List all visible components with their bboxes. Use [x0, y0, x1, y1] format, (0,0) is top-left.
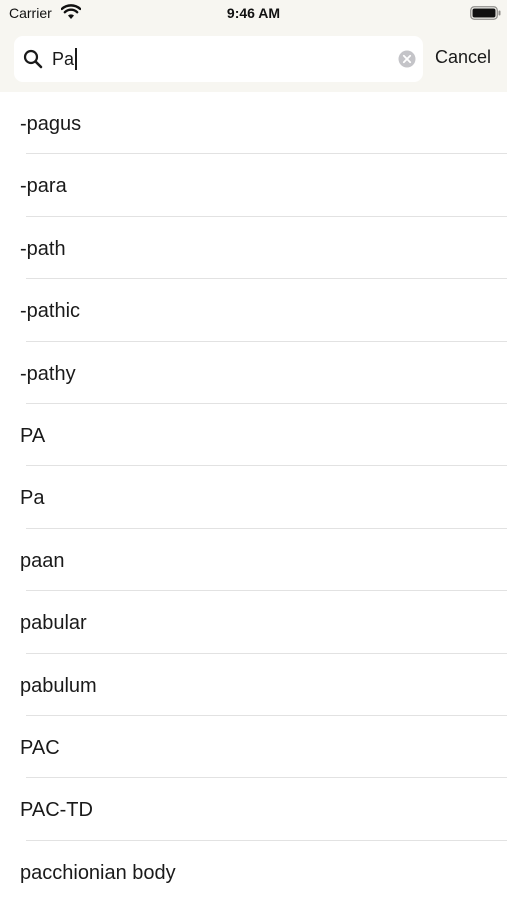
list-item[interactable]: -pathic [0, 279, 507, 342]
list-item-label: -pathic [20, 300, 81, 323]
search-input[interactable]: Pa [52, 45, 74, 73]
search-field[interactable]: Pa [14, 36, 423, 82]
list-item[interactable]: -pagus [0, 92, 507, 155]
list-item-label: pacchionian body [20, 861, 176, 884]
list-item[interactable]: paan [0, 529, 507, 592]
list-item-label: Pa [20, 487, 45, 510]
list-item[interactable]: -path [0, 217, 507, 280]
list-item[interactable]: pacchionian body [0, 841, 507, 900]
clear-icon[interactable] [398, 50, 416, 68]
list-item-label: PAC [20, 736, 60, 759]
text-cursor [75, 48, 77, 70]
list-item-label: -para [20, 175, 67, 198]
status-bar: Carrier 9:46 AM [0, 0, 507, 28]
list-item[interactable]: -para [0, 154, 507, 217]
list-item-label: pabulum [20, 674, 97, 697]
list-item[interactable]: PAC-TD [0, 778, 507, 841]
list-item[interactable]: Pa [0, 466, 507, 529]
list-item[interactable]: pabular [0, 591, 507, 654]
list-item-label: PA [20, 424, 46, 447]
list-item-label: paan [20, 549, 65, 572]
list-item[interactable]: pabulum [0, 654, 507, 716]
list-item-label: pabular [20, 612, 87, 635]
search-icon [23, 49, 43, 69]
search-header: Pa Cancel [0, 28, 507, 92]
list-item[interactable]: PAC [0, 716, 507, 779]
list-item-label: -pagus [20, 113, 82, 135]
results-list: -pagus -para -path -pathic -pathy PA Pa … [0, 92, 507, 900]
battery-icon [470, 6, 501, 20]
list-item-label: -path [20, 237, 66, 260]
list-item[interactable]: PA [0, 404, 507, 467]
list-item[interactable]: -pathy [0, 342, 507, 404]
cancel-button[interactable]: Cancel [435, 47, 491, 68]
status-time: 9:46 AM [226, 5, 281, 21]
list-item-label: -pathy [20, 362, 76, 385]
list-item-label: PAC-TD [20, 799, 93, 822]
